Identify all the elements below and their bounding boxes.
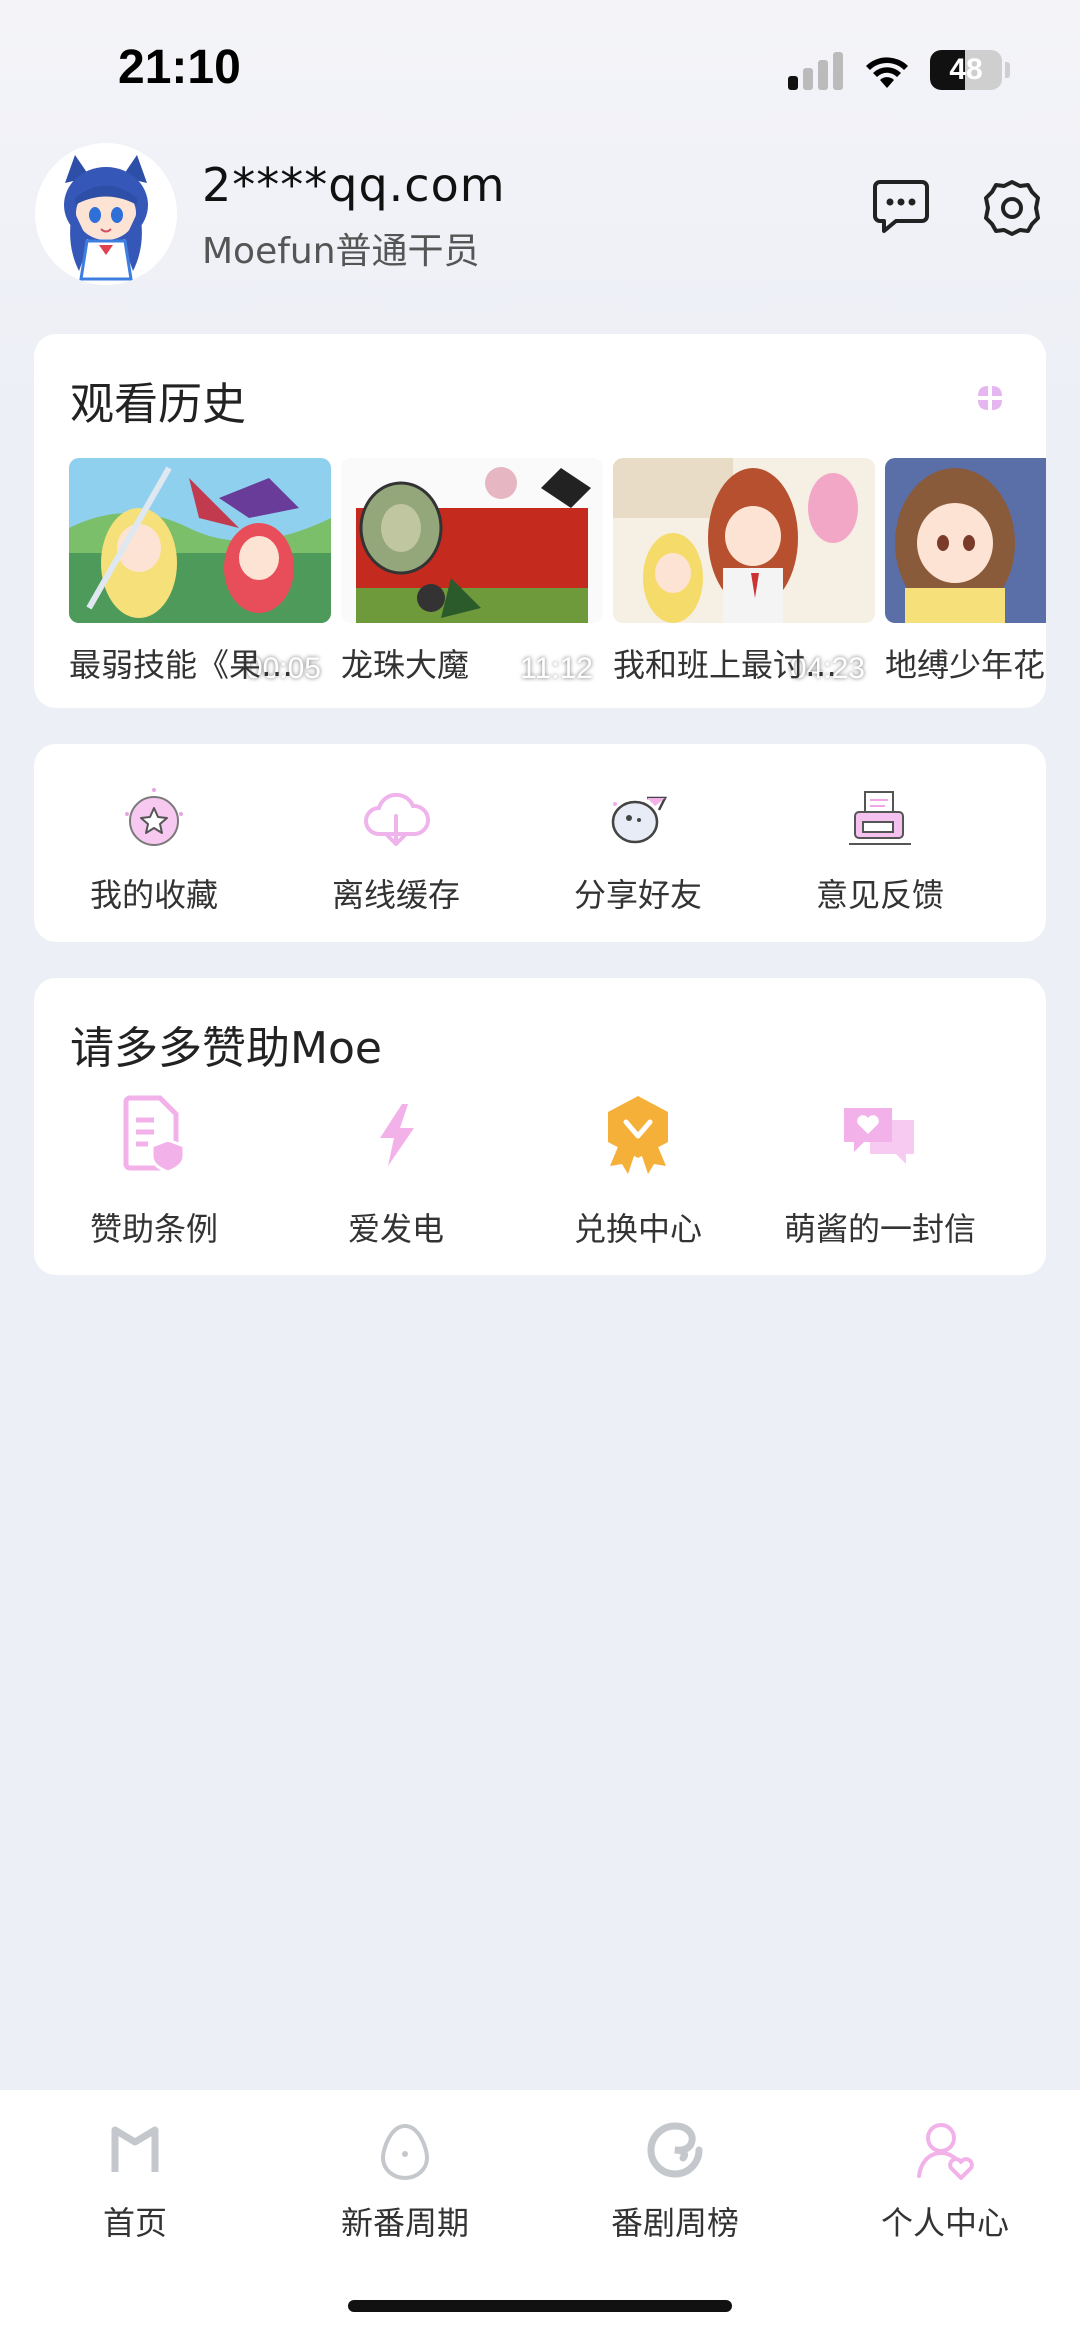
swirl-icon — [647, 2122, 703, 2178]
star-badge-icon — [125, 788, 183, 846]
message-icon[interactable] — [872, 178, 930, 234]
history-list: 00:05 最弱技能《果… 11:12 龙珠大魔 04:23 我和班上最讨… 地… — [69, 458, 1046, 688]
grid-icon[interactable] — [974, 382, 1006, 414]
status-bar: 21:10 48 — [0, 0, 1080, 140]
feedback-label: 意见反馈 — [815, 876, 944, 914]
history-title: 龙珠大魔 — [341, 646, 470, 684]
cloud-download-icon — [364, 792, 431, 846]
favorites-button[interactable]: 我的收藏 — [34, 784, 274, 924]
lightning-icon — [380, 1104, 414, 1166]
nav-new-season-label: 新番周期 — [340, 2204, 469, 2242]
redeem-center-label: 兑换中心 — [573, 1210, 702, 1248]
nav-new-season[interactable]: 新番周期 — [270, 2120, 540, 2260]
egg-icon — [380, 2123, 430, 2180]
watch-history-title: 观看历史 — [70, 379, 246, 430]
home-m-icon — [111, 2126, 159, 2172]
history-thumbnail — [69, 458, 331, 623]
heart-chat-icon — [844, 1108, 914, 1164]
home-indicator[interactable] — [348, 2300, 732, 2312]
battery-tip — [1005, 62, 1010, 78]
avatar[interactable] — [35, 143, 177, 285]
history-thumbnail — [613, 458, 875, 623]
cellular-signal-icon — [788, 52, 844, 90]
history-item[interactable]: 00:05 最弱技能《果… — [69, 458, 331, 688]
share-friends-label: 分享好友 — [573, 876, 702, 914]
offline-cache-label: 离线缓存 — [331, 876, 460, 914]
battery-icon: 48 — [930, 50, 1002, 90]
redeem-center-button[interactable]: 兑换中心 — [518, 1094, 758, 1254]
nav-profile[interactable]: 个人中心 — [810, 2120, 1080, 2260]
nav-weekly-ranking[interactable]: 番剧周榜 — [540, 2120, 810, 2260]
person-heart-icon — [917, 2123, 974, 2180]
watch-history-card: 观看历史 00:05 最弱技能《果… 11:12 龙珠大魔 04:23 我和班上… — [34, 334, 1046, 708]
letter-label: 萌酱的一封信 — [783, 1210, 976, 1248]
feedback-button[interactable]: 意见反馈 — [760, 784, 1000, 924]
nav-profile-label: 个人中心 — [880, 2204, 1009, 2242]
history-thumbnail — [341, 458, 603, 623]
nav-weekly-ranking-label: 番剧周榜 — [610, 2204, 739, 2242]
gear-icon[interactable] — [982, 178, 1042, 238]
history-item[interactable]: 04:23 我和班上最讨… — [613, 458, 875, 688]
username: 2****qq.com — [202, 158, 506, 212]
history-item[interactable]: 11:12 龙珠大魔 — [341, 458, 603, 688]
offline-cache-button[interactable]: 离线缓存 — [276, 784, 516, 924]
sponsor-title: 请多多赞助Moe — [70, 1023, 382, 1074]
share-planet-icon — [611, 796, 668, 844]
wifi-icon — [866, 57, 908, 88]
afdian-label: 爱发电 — [347, 1210, 444, 1248]
history-title: 最弱技能《果… — [69, 646, 294, 684]
sponsor-terms-label: 赞助条例 — [89, 1210, 218, 1248]
user-level: Moefun普通干员 — [202, 231, 480, 272]
battery-percent: 48 — [949, 53, 983, 86]
letter-button[interactable]: 萌酱的一封信 — [760, 1094, 1000, 1254]
sponsor-terms-button[interactable]: 赞助条例 — [34, 1094, 274, 1254]
history-thumbnail — [885, 458, 1046, 623]
nav-home[interactable]: 首页 — [0, 2120, 270, 2260]
status-time: 21:10 — [118, 41, 241, 94]
feedback-printer-icon — [849, 791, 911, 845]
history-title: 我和班上最讨… — [613, 646, 838, 684]
history-item[interactable]: 地缚少年花 — [885, 458, 1046, 688]
nav-home-label: 首页 — [102, 2204, 167, 2242]
history-title: 地缚少年花 — [885, 646, 1046, 684]
sponsor-card: 请多多赞助Moe 赞助条例 爱发电 兑换中心 萌酱的一封信 — [34, 978, 1046, 1275]
favorites-label: 我的收藏 — [89, 876, 218, 914]
share-friends-button[interactable]: 分享好友 — [518, 784, 758, 924]
afdian-button[interactable]: 爱发电 — [276, 1094, 516, 1254]
ribbon-badge-icon — [608, 1096, 668, 1174]
document-shield-icon — [123, 1095, 186, 1174]
quick-actions-card: 我的收藏 离线缓存 分享好友 意见反馈 — [34, 744, 1046, 942]
